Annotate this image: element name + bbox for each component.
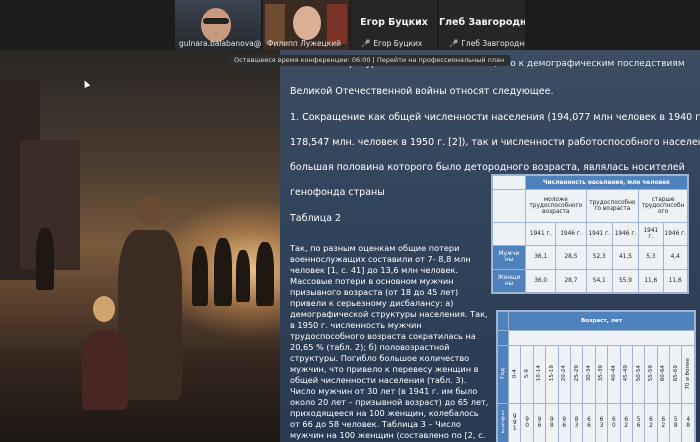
participant-tile[interactable]: Глеб Завгородн... 🎤Глеб Завгородний [439,0,525,50]
column-year: 1946 г. [555,221,587,247]
population-table: Численность населения, млн человек молож… [491,174,689,294]
table-row: Мужчи ны 36,1 28,5 52,3 41,5 5,3 4,4 [492,245,689,270]
slide-text-line: 1. Сокращение как общей численности насе… [290,112,700,123]
table-title: Численность населения, млн человек [525,174,688,191]
slide-text-line: генофонда страны [290,187,385,198]
column-group: трудоспособно го возраста [585,189,640,223]
row-year: 1 9 5 2 [501,411,505,435]
participant-video [293,6,321,40]
slide-text-line: Великой Отечественной войны относят след… [290,86,554,97]
participant-tile[interactable]: gulnara.balabanova@ya... [175,0,261,50]
shared-screen-slide: Анализ литературных источников показал, … [0,50,700,442]
participant-video [201,8,231,42]
participant-display-name: Егор Буцких [360,17,428,28]
participant-name: Глеб Завгородний [461,39,525,48]
sex-ratio-table: Возраст, лет Год 0-4 5-9 10-14 15-19 20-… [496,310,696,442]
row-label: Год [500,368,506,379]
column-year: 1946 г. [662,221,689,247]
column-group: старше трудоспособн ого [638,189,688,223]
slide-text-line: Таблица 2 [290,213,342,224]
participant-name: Филипп Лужецкий [267,39,342,48]
row-label: Мужчи ны [492,245,526,270]
column-year: 1946 г. [611,221,640,247]
mic-muted-icon: 🎤 [449,39,459,48]
age-header-row: Год 0-4 5-9 10-14 15-19 20-24 25-29 30-3… [497,345,695,404]
mic-muted-icon: 🎤 [361,39,371,48]
table-row: Женщи ны 36,0 28,7 54,1 55,9 11,6 11,6 [492,268,689,294]
column-year: 1941 г. [638,221,664,247]
participant-strip: gulnara.balabanova@ya... Филипп Лужецкий… [0,0,700,50]
participant-name: Егор Буцких [373,39,423,48]
row-label: Женщи ны [492,268,526,294]
mouse-cursor-icon [81,79,91,88]
column-year: 1941 г. [585,221,613,247]
participant-display-name: Глеб Завгородн... [439,17,525,28]
participant-tile[interactable]: Егор Буцких 🎤 Егор Буцких [351,0,437,50]
participant-tile[interactable]: Филипп Лужецкий [263,0,349,50]
column-year: 1941 г. [524,221,557,247]
slide-paragraph: Так, по разным оценкам общие потери воен… [290,243,489,442]
table-title: Возраст, лет [508,311,695,331]
column-group: моложе трудоспособного возраста [525,189,587,223]
conference-timer-banner[interactable]: Оставшееся время конференции: 06:00 | Пе… [228,55,511,66]
slide-text-line: 178,547 млн. человек в 1950 г. [2]), так… [290,137,700,148]
slide-photo [0,50,280,442]
slide-text-line: большая половина которого было детородно… [290,162,685,173]
table-row: 1 9 5 2 99 1 90 96 98 96 83 66 63 60 62 … [497,403,695,442]
participant-name: gulnara.balabanova@ya... [179,39,261,48]
